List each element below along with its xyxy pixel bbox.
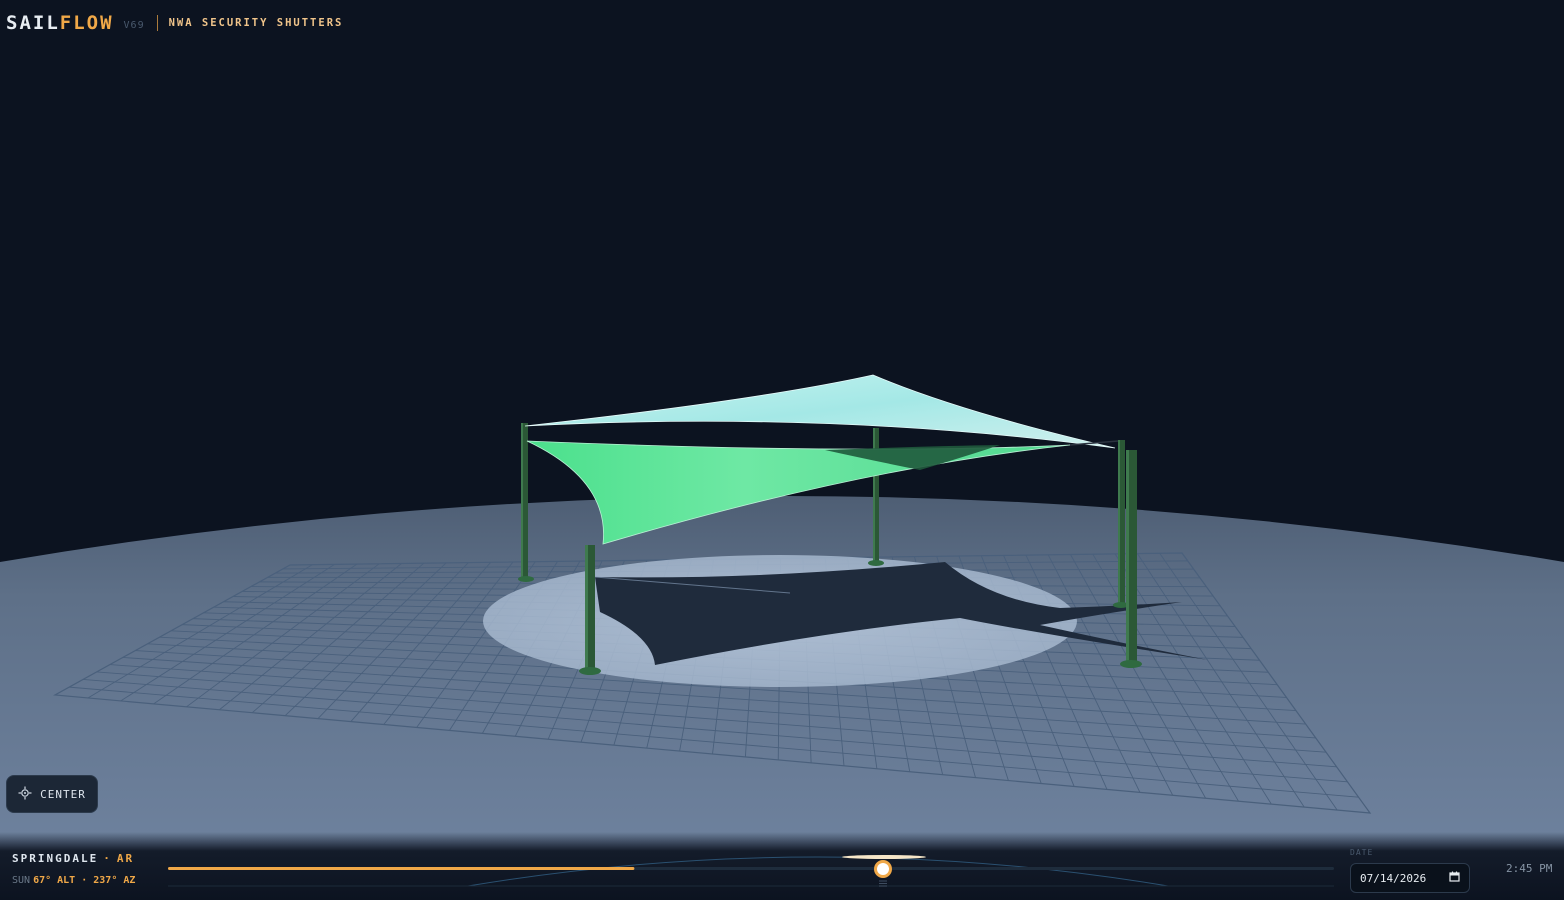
sun-label: SUN [12, 875, 31, 886]
center-button-label: CENTER [40, 787, 86, 801]
brand-name-part1: SAIL [6, 12, 60, 34]
calendar-icon[interactable] [1449, 871, 1460, 885]
center-button[interactable]: CENTER [6, 775, 98, 813]
client-name: NWA SECURITY SHUTTERS [168, 17, 344, 29]
date-value: 07/14/2026 [1360, 871, 1427, 885]
location-state: AR [116, 852, 135, 865]
sun-glow [842, 855, 926, 859]
sun-handle[interactable] [874, 860, 892, 887]
brand-divider [156, 15, 158, 31]
time-display: 2:45 PM [1506, 862, 1553, 875]
brand-name-part2: FLOW [59, 12, 114, 34]
date-input[interactable]: 07/14/2026 [1350, 863, 1470, 893]
crosshair-icon [18, 785, 32, 804]
scene-viewport[interactable] [0, 0, 1564, 900]
brand-logo: SAIL FLOW V69 NWA SECURITY SHUTTERS [6, 10, 343, 36]
sun-readout: SUN 67° ALT · 237° AZ [12, 875, 135, 886]
version-label: V69 [123, 19, 145, 31]
location-separator: · [103, 852, 112, 865]
sail-upper [524, 374, 1116, 449]
sun-position-value: 67° ALT · 237° AZ [33, 875, 136, 886]
slider-fill [168, 867, 635, 870]
sun-arc-curve [467, 856, 1169, 887]
date-label: DATE [1350, 848, 1374, 857]
location-label: SPRINGDALE · AR [12, 852, 134, 865]
location-city: SPRINGDALE [12, 852, 99, 865]
time-slider[interactable] [168, 848, 1334, 892]
